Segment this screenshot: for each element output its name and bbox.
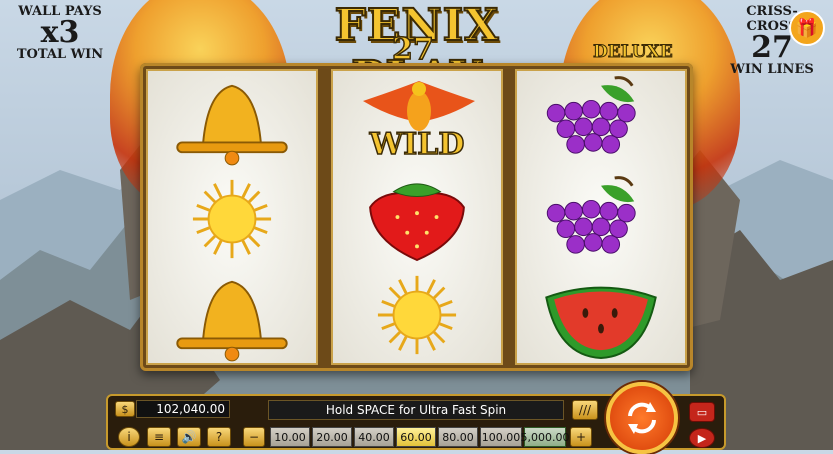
- bet-option-10[interactable]: 10.00: [270, 427, 310, 447]
- bell-icon: [176, 280, 288, 362]
- bell-icon: [176, 84, 288, 166]
- menu-icon: ≡: [153, 430, 165, 444]
- autoplay-button[interactable]: ▭: [689, 402, 715, 422]
- help-button[interactable]: ?: [207, 427, 231, 447]
- spin-button[interactable]: [606, 382, 678, 454]
- speaker-icon: 🔊: [181, 430, 197, 444]
- bet-option-20[interactable]: 20.00: [312, 427, 352, 447]
- total-win-label: TOTAL WIN: [16, 47, 104, 62]
- spin-arrows-icon: [628, 402, 656, 434]
- reel-frame: WILD: [140, 63, 693, 371]
- bet-option-40[interactable]: 40.00: [354, 427, 394, 447]
- autoplay-icon: ▭: [696, 405, 708, 419]
- info-icon: i: [127, 430, 131, 444]
- bet-option-80[interactable]: 80.00: [438, 427, 478, 447]
- sun-icon: [377, 275, 457, 355]
- reel-3: [515, 69, 687, 365]
- wall-pays-multiplier: x3: [40, 15, 80, 50]
- menu-button[interactable]: ≡: [147, 427, 171, 447]
- wild-label: WILD: [369, 126, 465, 163]
- game-title-number: 27: [391, 31, 434, 68]
- turbo-button[interactable]: ///: [572, 400, 598, 420]
- help-icon: ?: [215, 430, 223, 444]
- bet-option-5000[interactable]: 5,000.00: [521, 427, 570, 447]
- strawberry-icon: [369, 183, 465, 262]
- win-lines-label: WIN LINES: [730, 62, 814, 77]
- bet-increase-button[interactable]: +: [570, 427, 592, 447]
- sun-icon: [192, 179, 272, 259]
- play-icon: ▶: [697, 431, 707, 445]
- bet-option-100[interactable]: 100.00: [480, 427, 522, 447]
- wall-pays-info: WALL PAYS x3 TOTAL WIN: [14, 4, 106, 62]
- phoenix-wild-symbol: WILD: [333, 71, 501, 167]
- balance-bag-icon: $: [115, 401, 135, 417]
- reel-1: [146, 69, 318, 365]
- sound-button[interactable]: 🔊: [177, 427, 201, 447]
- status-message: Hold SPACE for Ultra Fast Spin: [268, 400, 564, 420]
- info-button[interactable]: i: [118, 427, 140, 447]
- balance-display: 102,040.00: [136, 400, 230, 418]
- grapes-icon: [546, 176, 636, 254]
- reel-2: WILD: [331, 69, 503, 365]
- game-edition: DELUXE: [593, 42, 674, 63]
- gift-icon[interactable]: 🎁: [789, 10, 825, 46]
- replay-button[interactable]: ▶: [689, 428, 715, 448]
- grapes-icon: [546, 76, 636, 154]
- bet-decrease-button[interactable]: −: [243, 427, 265, 447]
- watermelon-icon: [545, 286, 657, 359]
- bet-option-60-selected[interactable]: 60.00: [396, 427, 436, 447]
